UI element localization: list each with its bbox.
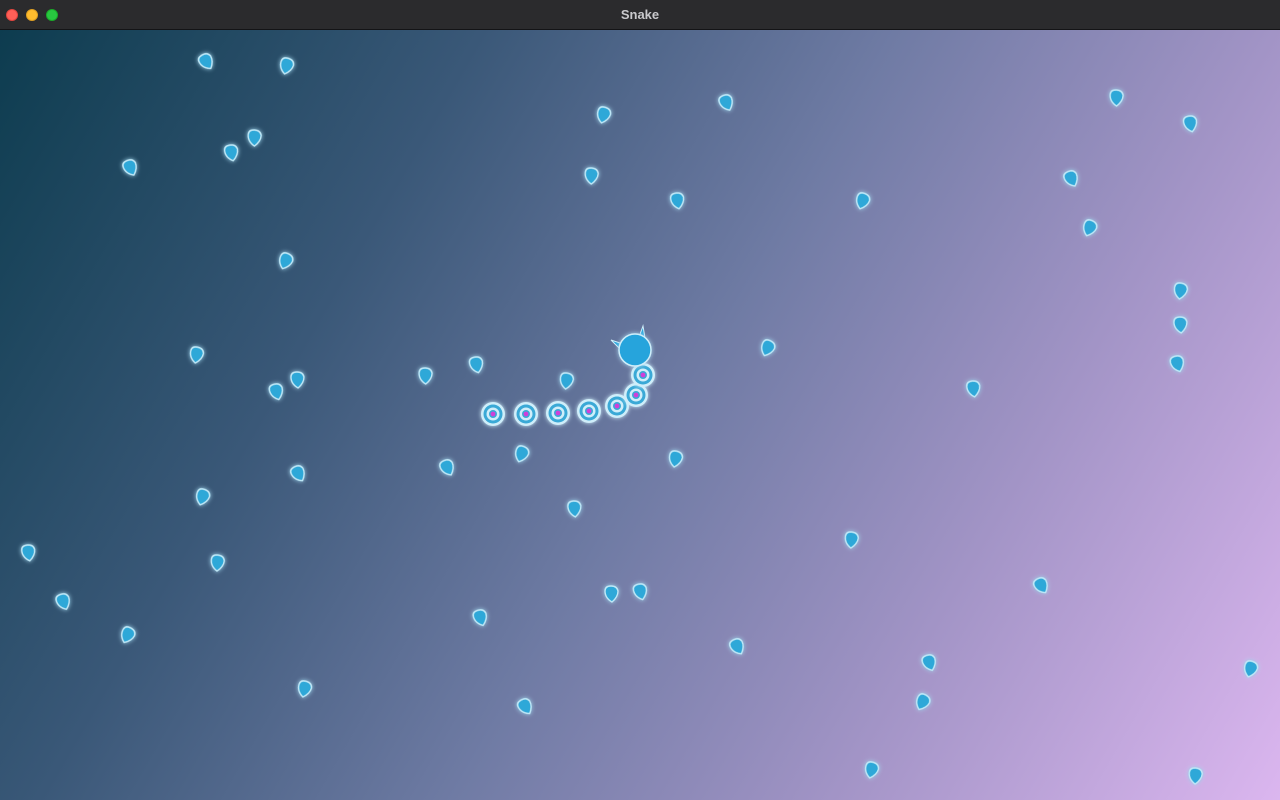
food-pellet	[559, 372, 575, 390]
food-pellet	[279, 57, 295, 75]
food-pellet	[921, 654, 936, 671]
food-pellet	[418, 367, 433, 385]
food-pellet	[55, 593, 70, 610]
food-layer	[20, 53, 1259, 785]
food-pellet	[668, 450, 684, 468]
food-pellet	[514, 445, 530, 463]
food-pellet	[632, 583, 648, 601]
food-pellet	[472, 609, 488, 627]
food-pellet	[122, 159, 137, 176]
food-pellet	[290, 371, 305, 389]
food-pellet	[189, 346, 205, 364]
food-pellet	[247, 129, 262, 147]
food-pellet	[728, 638, 744, 655]
food-pellet	[1082, 219, 1098, 237]
food-pellet	[596, 106, 612, 124]
food-pellet	[121, 626, 136, 644]
food-pellet	[1109, 89, 1124, 107]
food-pellet	[1173, 316, 1188, 334]
food-pellet	[1182, 115, 1198, 133]
food-pellet	[278, 252, 294, 270]
window-title: Snake	[620, 7, 660, 22]
food-pellet	[584, 167, 599, 185]
food-pellet	[439, 459, 454, 476]
food-pellet	[760, 339, 776, 357]
food-pellet	[864, 761, 880, 779]
food-pellet	[195, 488, 211, 506]
snake-head	[610, 324, 652, 367]
snake-segment	[514, 402, 538, 426]
food-pellet	[1173, 282, 1189, 300]
food-pellet	[197, 53, 213, 70]
food-pellet	[223, 144, 239, 162]
title-bar[interactable]: Snake	[0, 0, 1280, 30]
food-pellet	[966, 380, 981, 398]
food-pellet	[1188, 767, 1203, 785]
food-pellet	[916, 693, 931, 711]
food-pellet	[516, 698, 532, 715]
food-pellet	[855, 192, 871, 210]
snake-segment	[577, 399, 601, 423]
app-window: Snake	[0, 0, 1280, 800]
food-pellet	[669, 192, 685, 210]
food-pellet	[1032, 577, 1048, 594]
food-pellet	[1063, 170, 1078, 187]
snake-segment	[481, 402, 505, 426]
food-pellet	[289, 465, 305, 482]
food-pellet	[468, 356, 484, 374]
food-pellet	[297, 680, 313, 698]
food-pellet	[1243, 660, 1259, 678]
food-pellet	[844, 531, 860, 549]
food-pellet	[268, 383, 284, 401]
food-pellet	[567, 500, 582, 518]
snake-segment	[546, 401, 570, 425]
food-pellet	[718, 94, 733, 111]
food-pellet	[1169, 355, 1185, 373]
game-board[interactable]	[0, 30, 1280, 800]
food-pellet	[20, 544, 36, 562]
game-canvas[interactable]	[0, 30, 1280, 800]
food-pellet	[210, 554, 226, 572]
food-pellet	[604, 585, 619, 603]
